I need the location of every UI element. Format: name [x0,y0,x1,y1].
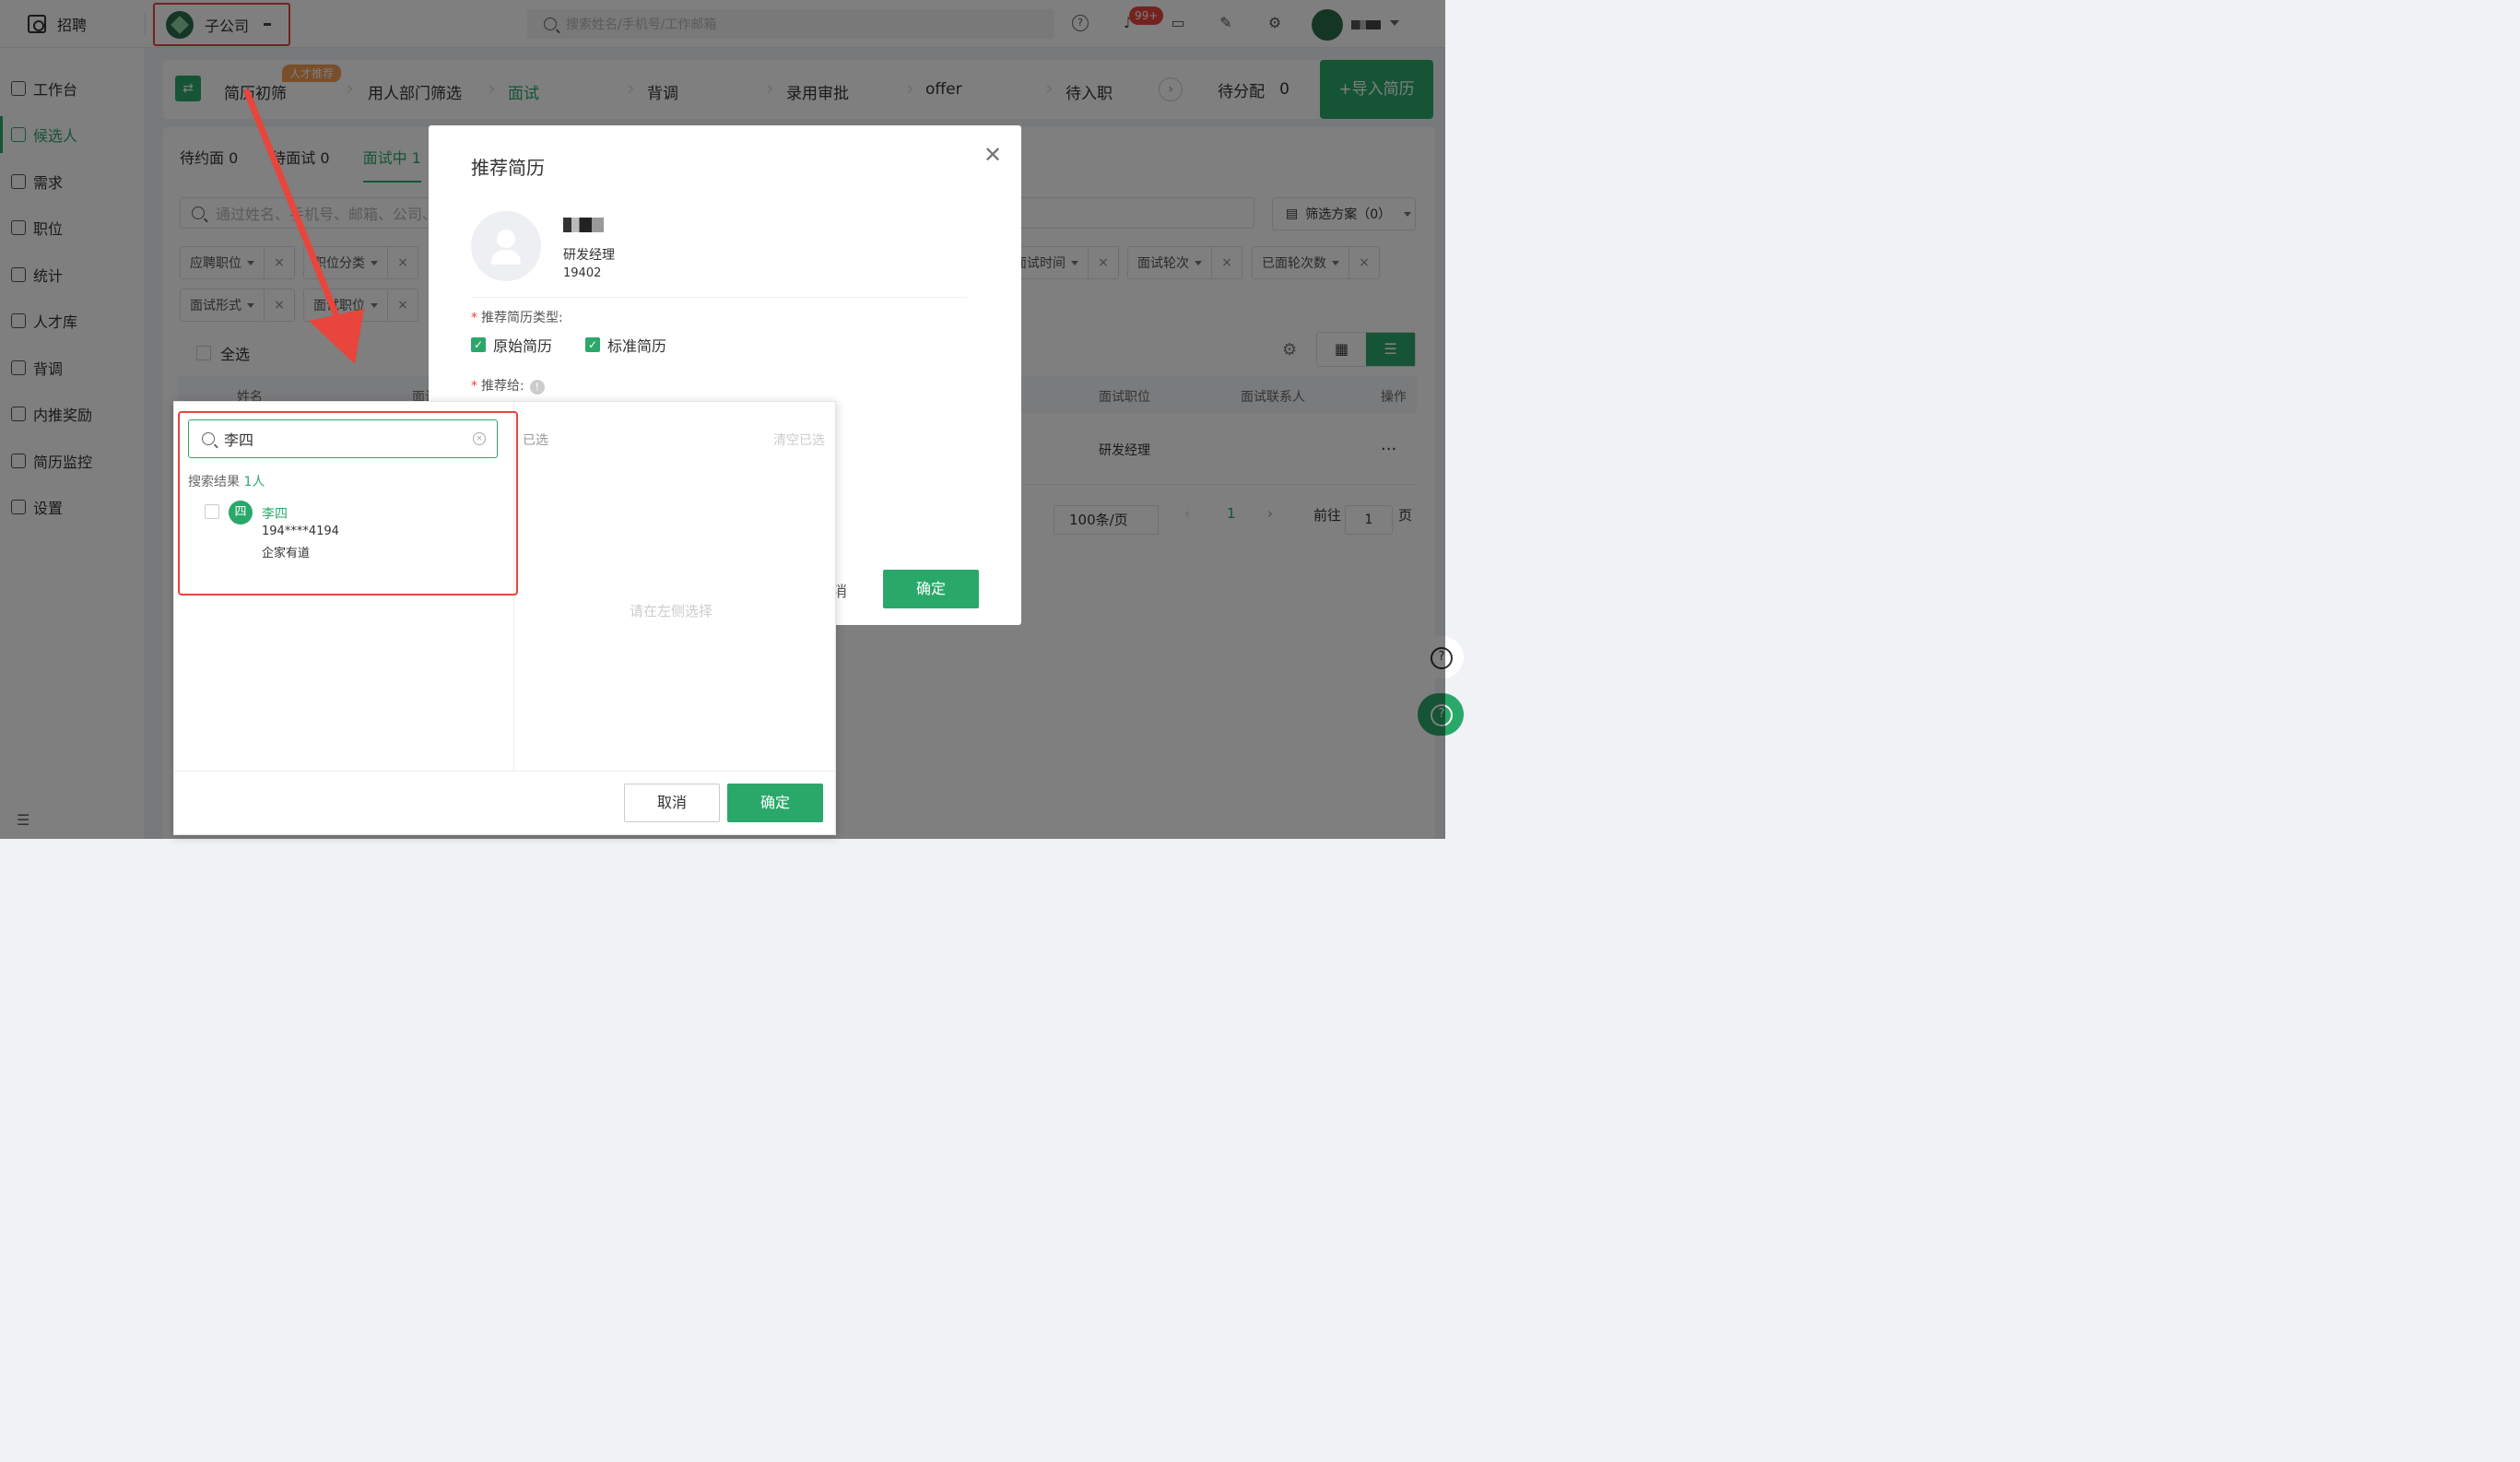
candidate-contact: 19402 [563,266,602,280]
resume-type-original[interactable]: ✓ 原始简历 [471,334,552,356]
checkbox-label: 原始简历 [493,337,553,355]
recipient-search-input[interactable]: 李四 × [188,419,498,458]
search-icon [202,432,215,445]
checkbox-label: 标准简历 [607,337,667,355]
resume-type-standard[interactable]: ✓ 标准简历 [585,334,666,356]
divider [174,771,835,772]
clear-icon[interactable]: × [473,432,486,445]
result-phone: 194****4194 [262,525,339,538]
selected-label: 已选 [523,433,548,448]
checkbox-checked[interactable]: ✓ [585,337,600,352]
result-count: 搜索结果 1人 [188,475,265,489]
candidate-avatar [471,211,541,281]
candidate-position: 研发经理 [563,248,615,263]
search-query: 李四 [224,431,254,449]
picker-cancel-button[interactable]: 取消 [624,784,720,822]
clear-selected-link[interactable]: 清空已选 [773,430,825,449]
picker-confirm-button[interactable]: 确定 [727,784,823,822]
modal-title: 推荐简历 [471,157,545,179]
result-org: 企家有道 [262,547,311,560]
empty-hint: 请在左侧选择 [630,603,713,619]
candidate-name-redacted [563,218,604,232]
modal-confirm-button[interactable]: 确定 [883,570,979,608]
result-avatar: 四 [229,501,253,525]
divider [471,297,967,298]
resume-type-label: * 推荐简历类型: [471,311,563,325]
close-icon[interactable]: ✕ [983,142,1002,168]
recommend-to-label: * 推荐给:! [471,376,545,395]
checkbox-checked[interactable]: ✓ [471,337,486,352]
result-checkbox[interactable] [205,504,219,519]
result-name[interactable]: 李四 [262,504,288,523]
recipient-picker: 李四 × 搜索结果 1人 四 李四 194****4194 企家有道 已选 清空… [173,401,836,835]
info-icon[interactable]: ! [529,380,545,395]
